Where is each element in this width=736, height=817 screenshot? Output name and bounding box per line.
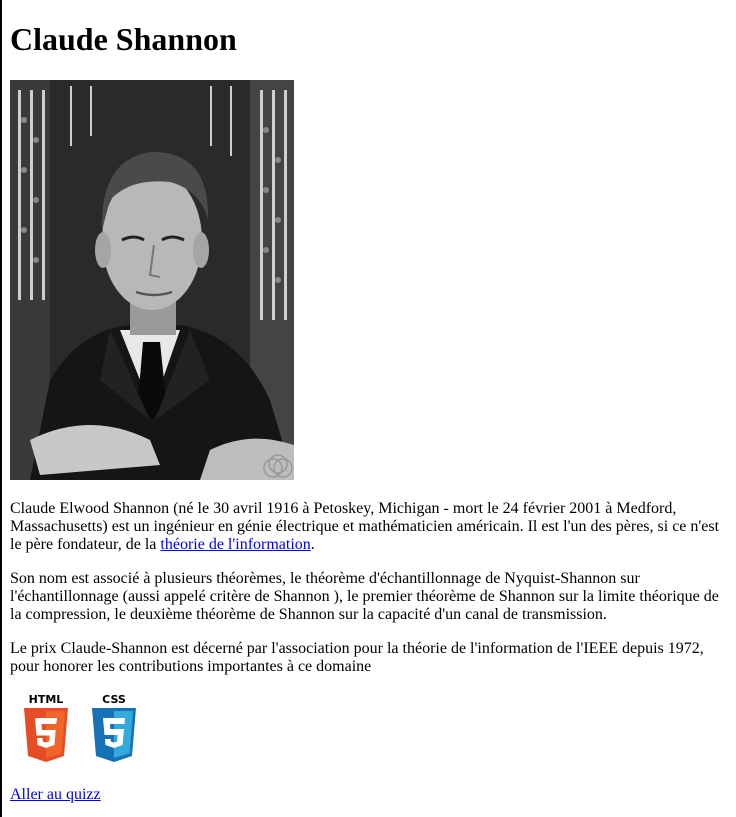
page-title: Claude Shannon [10,21,237,57]
bio-text: Claude Elwood Shannon (né le 30 avril 19… [10,500,720,553]
information-theory-link[interactable]: théorie de l'information [160,536,310,553]
css3-label: CSS [102,693,126,706]
bio-paragraph: Claude Elwood Shannon (né le 30 avril 19… [10,500,726,554]
badges-row: HTML CSS [10,692,726,764]
bio-end: . [310,536,315,553]
page-content: Claude Shannon Claude Elwood Shannon (né… [10,0,726,804]
portrait-photo [10,80,294,480]
left-border [0,0,2,817]
quiz-link-wrapper: Aller au quizz [10,786,726,804]
css3-badge: CSS [86,692,142,764]
html5-badge: HTML [18,692,74,764]
theorems-paragraph: Son nom est associé à plusieurs théorème… [10,570,719,623]
award-paragraph: Le prix Claude-Shannon est décerné par l… [10,640,704,675]
html5-label: HTML [29,693,64,706]
quiz-link[interactable]: Aller au quizz [10,786,101,803]
